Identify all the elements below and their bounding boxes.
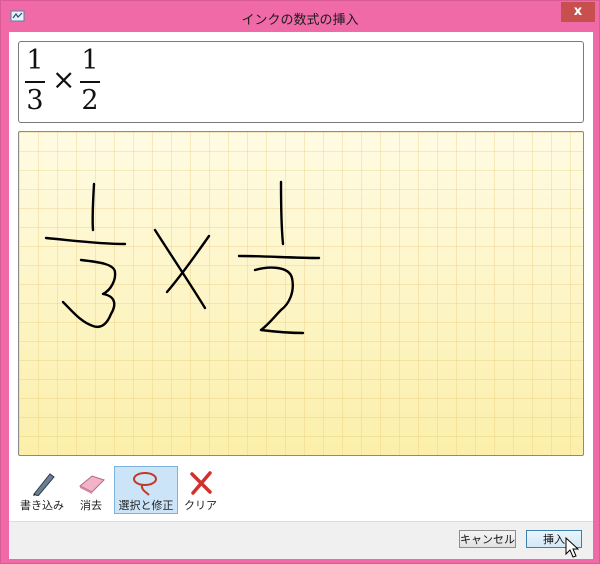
window-title: インクの数式の挿入 — [241, 13, 359, 28]
tool-select-label: 選択と修正 — [118, 499, 174, 512]
dialog-footer: キャンセル 挿入 — [9, 521, 593, 559]
numerator: 1 — [81, 45, 99, 76]
close-icon: x — [573, 4, 583, 19]
denominator: 3 — [26, 85, 44, 116]
numerator: 1 — [26, 45, 44, 76]
fraction-bar — [25, 81, 45, 83]
handwriting-ink-area[interactable] — [18, 131, 584, 456]
clear-x-icon — [184, 470, 216, 495]
close-button[interactable]: x — [561, 2, 595, 22]
fraction-bar — [80, 81, 100, 83]
tool-clear[interactable]: クリア — [183, 466, 217, 514]
mouse-pointer-icon — [565, 536, 580, 563]
multiplication-operator: × — [52, 63, 76, 96]
tool-clear-label: クリア — [184, 499, 217, 512]
math-input-window: インクの数式の挿入 x 1 3 × 1 2 書き込み 消去 選択と修正 クリア … — [0, 0, 600, 564]
denominator: 2 — [81, 85, 99, 116]
lasso-icon — [115, 470, 177, 496]
tool-erase-label: 消去 — [80, 499, 102, 512]
eraser-icon — [74, 470, 108, 494]
title-bar[interactable]: インクの数式の挿入 x — [1, 1, 599, 33]
pen-icon — [20, 470, 64, 497]
cancel-button[interactable]: キャンセル — [459, 530, 516, 548]
tool-select-and-correct[interactable]: 選択と修正 — [114, 466, 178, 514]
tool-write-label: 書き込み — [20, 499, 64, 512]
handwritten-ink-strokes — [44, 180, 321, 335]
tool-erase[interactable]: 消去 — [73, 466, 109, 514]
dialog-content: 1 3 × 1 2 書き込み 消去 選択と修正 クリア キャンセル 挿入 — [9, 32, 593, 559]
math-preview-pane[interactable]: 1 3 × 1 2 — [18, 41, 584, 123]
tool-write[interactable]: 書き込み — [19, 466, 65, 514]
